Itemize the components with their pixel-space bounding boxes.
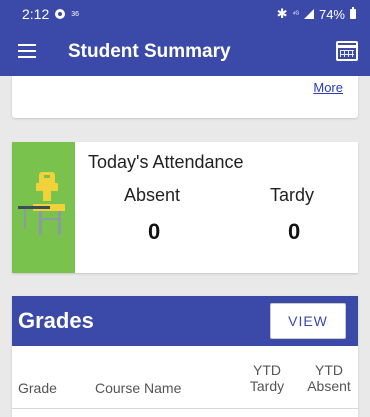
absent-label: Absent [124,185,181,205]
calendar-icon[interactable] [336,41,358,61]
battery-icon [350,7,356,19]
grades-header: Grades VIEW [12,296,358,346]
column-header-course-name: Course Name [95,380,182,396]
status-bar: 2:12 36 ✱ ⁴ᴳ 74% [0,0,370,28]
status-left: 2:12 36 [22,6,79,22]
chat-notification-icon [55,9,66,19]
network-type-icon: ⁴ᴳ [292,10,299,18]
app-bar: Student Summary [0,28,370,76]
bluetooth-icon: ✱ [276,6,288,21]
page-title: Student Summary [68,41,231,62]
tardy-count: 0 [288,219,301,244]
attendance-title: Today's Attendance [88,152,244,172]
column-header-ytd-tardy: YTD Tardy [249,362,285,394]
school-desk-icon [18,172,65,235]
table-divider [12,408,358,409]
clock: 2:12 [22,6,50,22]
column-header-ytd-absent: YTD Absent [307,362,351,394]
summary-card: More [12,76,358,118]
view-grades-button[interactable]: VIEW [270,303,346,339]
battery-percent: 74% [318,6,345,22]
grades-card: Grades VIEW Grade Course Name YTD Tardy … [12,296,358,417]
status-right: ✱ ⁴ᴳ 74% [277,6,356,22]
attendance-card: Today's Attendance Absent 0 Tardy 0 [12,142,358,273]
hamburger-menu-icon[interactable] [18,44,36,58]
status-tiny-label: 36 [71,10,80,18]
column-header-grade: Grade [18,380,57,396]
grades-title: Grades [18,308,94,333]
signal-icon [303,9,314,19]
tardy-label: Tardy [270,185,315,205]
absent-count: 0 [148,219,161,244]
more-link[interactable]: More [313,80,343,95]
attendance-side-panel [12,142,75,273]
